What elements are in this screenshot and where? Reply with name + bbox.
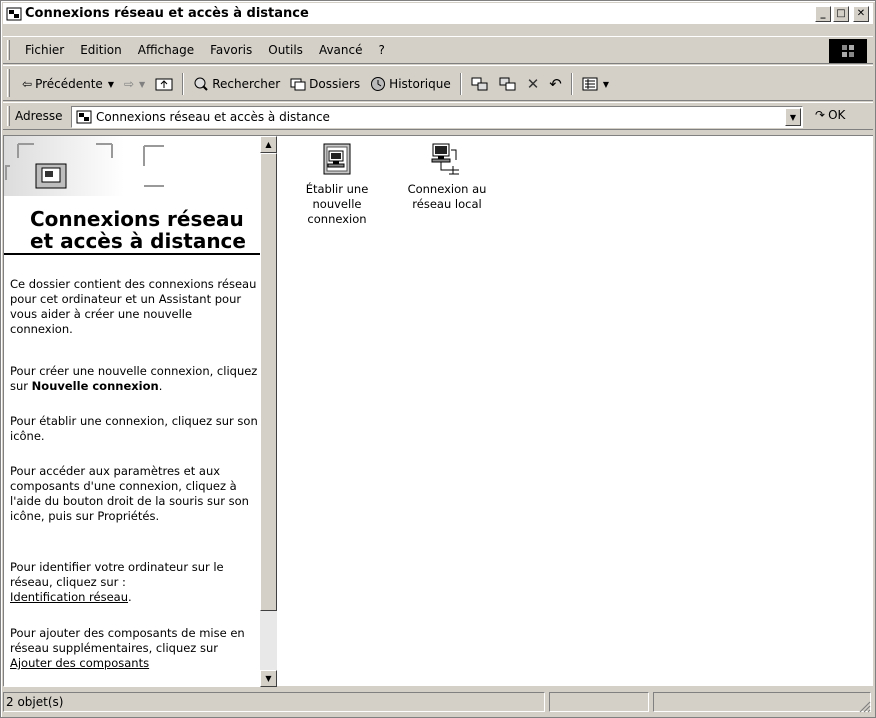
address-input[interactable]: Connexions réseau et accès à distance ▼ <box>71 106 803 128</box>
title-bar[interactable]: Connexions réseau et accès à distance _ … <box>3 3 873 25</box>
explorer-window: Connexions réseau et accès à distance _ … <box>0 0 876 718</box>
left-pane-scrollbar[interactable]: ▲ ▼ <box>260 136 277 687</box>
views-button[interactable]: ▼ <box>577 72 614 96</box>
status-panel-main: 2 objet(s) <box>3 692 545 712</box>
menu-help[interactable]: ? <box>370 43 392 57</box>
toolbar-separator <box>182 73 185 95</box>
identification-link[interactable]: Identification réseau <box>10 590 128 604</box>
pane-title: Connexions réseau et accès à distance <box>30 207 246 253</box>
address-dropdown-icon[interactable]: ▼ <box>785 108 801 126</box>
copy-to-button[interactable] <box>494 72 522 96</box>
menu-fichier[interactable]: Fichier <box>17 43 72 57</box>
copy-to-icon <box>499 77 516 91</box>
folders-icon <box>290 78 306 91</box>
maximize-button[interactable]: □ <box>833 6 849 22</box>
scroll-down-button[interactable]: ▼ <box>260 670 277 687</box>
file-item-new-connection[interactable]: Établir une nouvelle connexion <box>291 142 383 227</box>
windows-logo-icon <box>842 45 854 57</box>
web-view-pane: Connexions réseau et accès à distance Ce… <box>4 136 260 687</box>
search-icon <box>194 77 208 91</box>
file-item-lan-connection[interactable]: Connexion au réseau local <box>401 142 493 212</box>
arrow-up-icon: ▲ <box>265 140 272 149</box>
menu-favoris[interactable]: Favoris <box>202 43 260 57</box>
identification-text: Pour identifier votre ordinateur sur le … <box>10 560 224 604</box>
undo-button[interactable]: ↶ <box>544 72 567 96</box>
status-panel-3 <box>653 692 871 712</box>
folders-button[interactable]: Dossiers <box>285 72 365 96</box>
file-list-pane: Établir une nouvelle connexion Connexion… <box>277 136 874 687</box>
window-title: Connexions réseau et accès à distance <box>25 6 309 21</box>
arrow-down-icon: ▼ <box>265 674 272 683</box>
menu-outils[interactable]: Outils <box>260 43 311 57</box>
toolbar-separator <box>570 73 573 95</box>
address-bar: Adresse Connexions réseau et accès à dis… <box>3 102 873 130</box>
properties-text: Pour accéder aux paramètres et aux compo… <box>10 464 249 523</box>
views-icon <box>582 77 598 91</box>
forward-arrow-icon: ⇨ <box>123 77 135 91</box>
toolbar-grip[interactable] <box>7 69 10 97</box>
close-button[interactable]: ✕ <box>853 6 869 22</box>
back-button[interactable]: ⇦ Précédente ▼ <box>17 72 119 96</box>
scroll-thumb[interactable] <box>260 153 277 611</box>
menu-edition[interactable]: Edition <box>72 43 130 57</box>
history-icon <box>371 77 386 91</box>
add-components-text: Pour ajouter des composants de mise en r… <box>10 626 245 670</box>
network-connections-icon <box>6 7 22 21</box>
scroll-up-button[interactable]: ▲ <box>260 136 277 153</box>
menu-avance[interactable]: Avancé <box>311 43 371 57</box>
standard-toolbar: ⇦ Précédente ▼ ⇨ ▼ Rechercher Dossiers H… <box>3 65 873 101</box>
address-value: Connexions réseau et accès à distance <box>96 110 330 124</box>
title-divider <box>4 253 260 255</box>
file-label: Établir une nouvelle connexion <box>305 182 369 226</box>
windows-logo-throbber <box>829 39 867 63</box>
undo-icon: ↶ <box>549 75 562 93</box>
status-text: 2 objet(s) <box>6 695 64 709</box>
back-dropdown-icon[interactable]: ▼ <box>108 80 114 89</box>
toolbar-separator <box>459 73 462 95</box>
folders-label: Dossiers <box>309 77 361 91</box>
move-to-icon <box>471 77 488 91</box>
add-components-link[interactable]: Ajouter des composants <box>10 656 149 670</box>
folder-up-icon <box>155 78 173 91</box>
intro-text: Ce dossier contient des connexions résea… <box>10 277 257 336</box>
status-panel-2 <box>549 692 649 712</box>
views-dropdown-icon[interactable]: ▼ <box>603 80 609 89</box>
new-connection-text: Pour créer une nouvelle connexion, cliqu… <box>10 364 258 393</box>
new-connection-icon <box>323 143 351 175</box>
resize-grip-icon[interactable] <box>859 701 871 713</box>
address-label: Adresse <box>15 109 63 123</box>
history-label: Historique <box>389 77 451 91</box>
menu-bar: Fichier Edition Affichage Favoris Outils… <box>3 36 873 64</box>
forward-button[interactable]: ⇨ ▼ <box>119 72 150 96</box>
file-label: Connexion au réseau local <box>407 182 487 211</box>
establish-connection-text: Pour établir une connexion, cliquez sur … <box>10 414 258 443</box>
menubar-grip[interactable] <box>7 40 10 60</box>
addressbar-grip[interactable] <box>7 106 10 126</box>
back-label: Précédente <box>35 77 103 91</box>
status-bar: 2 objet(s) <box>3 689 873 715</box>
go-label: OK <box>828 108 846 122</box>
delete-button[interactable]: ✕ <box>522 72 545 96</box>
up-folder-button[interactable] <box>150 72 178 96</box>
lan-connection-icon <box>431 143 459 175</box>
network-connections-icon <box>76 110 92 124</box>
delete-x-icon: ✕ <box>526 75 540 93</box>
go-button[interactable]: ↷ OK <box>815 108 845 122</box>
history-button[interactable]: Historique <box>365 72 456 96</box>
move-to-button[interactable] <box>466 72 494 96</box>
content-area: Connexions réseau et accès à distance Ce… <box>3 135 874 687</box>
new-connection-bold: Nouvelle connexion <box>31 379 159 393</box>
back-arrow-icon: ⇦ <box>22 77 33 91</box>
search-label: Rechercher <box>212 77 281 91</box>
go-arrow-icon: ↷ <box>815 108 826 122</box>
search-button[interactable]: Rechercher <box>188 72 285 96</box>
menu-affichage[interactable]: Affichage <box>130 43 202 57</box>
forward-dropdown-icon[interactable]: ▼ <box>139 80 145 89</box>
minimize-button[interactable]: _ <box>815 6 831 22</box>
